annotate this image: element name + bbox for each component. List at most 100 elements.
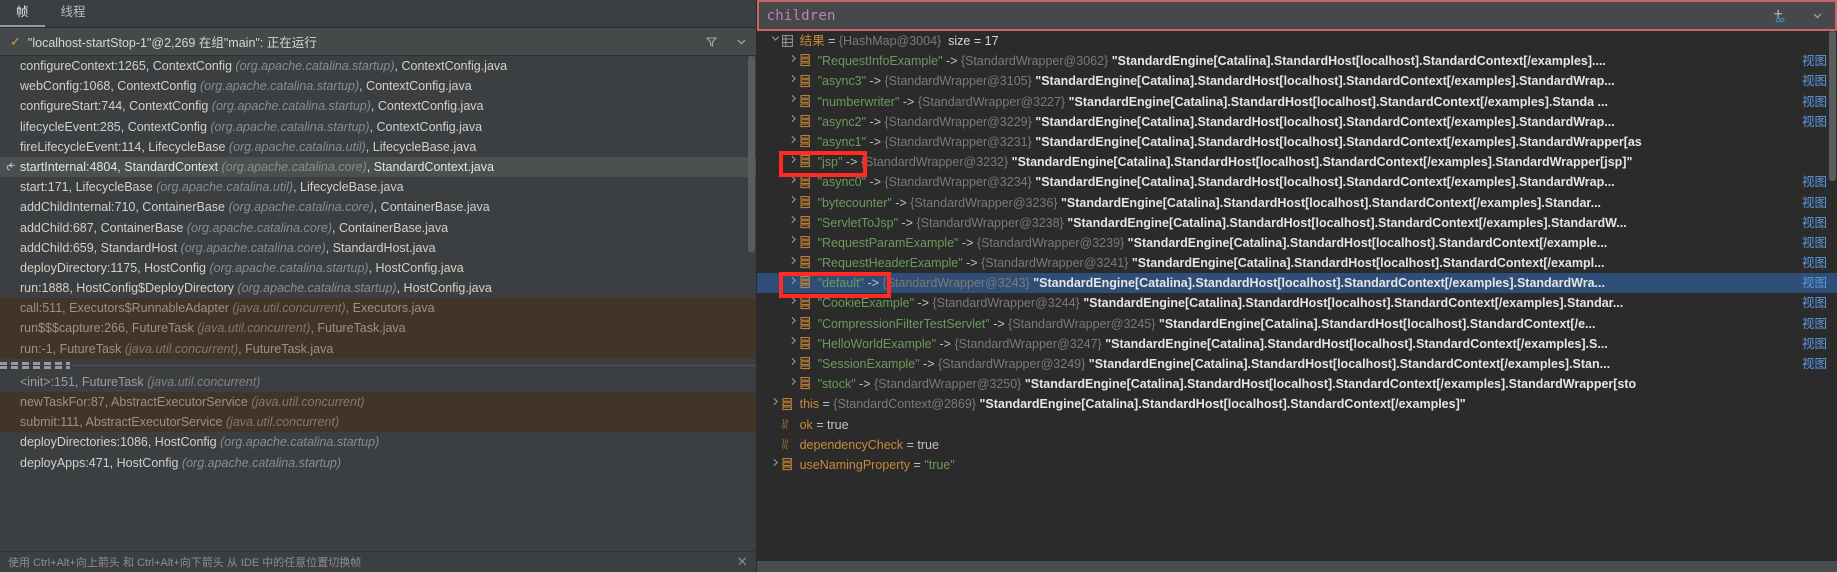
- tree-row-map-entry[interactable]: "jsp" -> {StandardWrapper@3232} "Standar…: [757, 152, 1837, 172]
- stack-frame-row[interactable]: start:171, LifecycleBase (org.apache.cat…: [0, 177, 756, 197]
- chevron-right-icon[interactable]: [787, 193, 800, 213]
- tree-row-map-entry[interactable]: "CompressionFilterTestServlet" -> {Stand…: [757, 314, 1837, 334]
- view-link[interactable]: 视图: [1802, 213, 1827, 233]
- tree-row-map-entry[interactable]: "CookieExample" -> {StandardWrapper@3244…: [757, 293, 1837, 313]
- stack-frame-row[interactable]: startInternal:4804, StandardContext (org…: [0, 156, 756, 178]
- stack-frame-row[interactable]: deployDirectories:1086, HostConfig (org.…: [0, 432, 756, 452]
- stack-frame-row[interactable]: call:511, Executors$RunnableAdapter (jav…: [0, 298, 756, 319]
- stack-frame-row[interactable]: addChild:659, StandardHost (org.apache.c…: [0, 238, 756, 258]
- chevron-right-icon[interactable]: [787, 375, 800, 395]
- thread-selector-row[interactable]: ✓ "localhost-startStop-1"@2,269 在组"main"…: [0, 28, 756, 56]
- stack-frame-row[interactable]: submit:111, AbstractExecutorService (jav…: [0, 412, 756, 433]
- variables-tree[interactable]: 结果 = {HashMap@3004} size = 17 "RequestInf…: [756, 31, 1837, 572]
- tree-row-map-entry[interactable]: "async3" -> {StandardWrapper@3105} "Stan…: [757, 71, 1837, 91]
- view-link[interactable]: 视图: [1802, 51, 1827, 71]
- frame-file: , LifecycleBase.java: [365, 139, 477, 154]
- chevron-down-icon[interactable]: [1809, 8, 1825, 24]
- tree-row-map-entry[interactable]: "default" -> {StandardWrapper@3243} "Sta…: [756, 273, 1837, 294]
- stack-frame-row[interactable]: configureStart:744, ContextConfig (org.a…: [0, 96, 756, 116]
- tree-row-map-entry[interactable]: "SessionExample" -> {StandardWrapper@324…: [757, 354, 1837, 374]
- stack-frame-row[interactable]: addChildInternal:710, ContainerBase (org…: [0, 197, 756, 217]
- stack-frame-row[interactable]: <init>:151, FutureTask (java.util.concur…: [0, 371, 756, 392]
- view-link[interactable]: 视图: [1802, 71, 1827, 91]
- frames-scrollbar[interactable]: [747, 56, 756, 551]
- variables-scrollbar[interactable]: [1828, 31, 1837, 572]
- frame-method: run$$$capture:266, FutureTask: [20, 321, 198, 336]
- add-watch-icon[interactable]: [1771, 8, 1787, 24]
- chevron-right-icon[interactable]: [787, 112, 800, 132]
- tree-row-map-entry[interactable]: "RequestParamExample" -> {StandardWrappe…: [757, 233, 1837, 253]
- stack-frame-row[interactable]: deployDirectory:1175, HostConfig (org.ap…: [0, 258, 756, 278]
- tree-row-field[interactable]: 10 01 dependencyCheck = true: [757, 435, 1837, 455]
- tree-row-map-entry[interactable]: "async2" -> {StandardWrapper@3229} "Stan…: [757, 112, 1837, 132]
- chevron-right-icon[interactable]: [787, 334, 800, 354]
- close-icon[interactable]: ✕: [737, 555, 748, 569]
- frame-file: , FutureTask.java: [238, 341, 334, 356]
- view-link[interactable]: 视图: [1802, 334, 1827, 354]
- expression-input-bar[interactable]: children: [756, 0, 1837, 31]
- tree-row-map-entry[interactable]: "ServletToJsp" -> {StandardWrapper@3238}…: [757, 213, 1837, 233]
- chevron-right-icon[interactable]: [787, 72, 800, 92]
- stack-frame-row[interactable]: fireLifecycleEvent:114, LifecycleBase (o…: [0, 137, 756, 157]
- view-link[interactable]: 视图: [1802, 354, 1827, 374]
- tree-row-map-entry[interactable]: "async1" -> {StandardWrapper@3231} "Stan…: [757, 132, 1837, 152]
- tree-row-map-entry[interactable]: "RequestInfoExample" -> {StandardWrapper…: [757, 51, 1837, 71]
- tree-row-field[interactable]: 10 01 ok = true: [757, 415, 1837, 435]
- frames-scrollbar-thumb[interactable]: [747, 56, 755, 252]
- view-link[interactable]: 视图: [1802, 253, 1827, 273]
- tree-row-field[interactable]: useNamingProperty = "true": [757, 455, 1837, 475]
- field-name: useNamingProperty: [799, 457, 911, 472]
- stack-frame-row[interactable]: run:1888, HostConfig$DeployDirectory (or…: [0, 278, 756, 298]
- chevron-right-icon[interactable]: [787, 254, 800, 274]
- stack-frame-row[interactable]: deployApps:471, HostConfig (org.apache.c…: [0, 453, 756, 473]
- view-link[interactable]: 视图: [1802, 293, 1827, 313]
- expression-input[interactable]: children: [759, 8, 836, 24]
- chevron-right-icon[interactable]: [769, 456, 782, 476]
- view-link[interactable]: 视图: [1802, 172, 1827, 192]
- view-link[interactable]: 视图: [1802, 193, 1827, 213]
- chevron-right-icon[interactable]: [787, 314, 800, 334]
- view-link[interactable]: 视图: [1802, 314, 1827, 334]
- tab-threads[interactable]: 线程: [45, 0, 102, 27]
- chevron-right-icon[interactable]: [769, 395, 782, 415]
- view-link[interactable]: 视图: [1802, 273, 1827, 293]
- chevron-right-icon[interactable]: [787, 153, 800, 173]
- tree-row-map-entry[interactable]: "HelloWorldExample" -> {StandardWrapper@…: [757, 334, 1837, 354]
- chevron-down-icon[interactable]: [734, 34, 750, 50]
- frames-list[interactable]: configureContext:1265, ContextConfig (or…: [0, 56, 756, 551]
- stack-frame-row[interactable]: webConfig:1068, ContextConfig (org.apach…: [0, 76, 756, 96]
- tree-row-map-entry[interactable]: "RequestHeaderExample" -> {StandardWrapp…: [757, 253, 1837, 273]
- tab-frames[interactable]: 帧: [0, 0, 45, 27]
- frame-package: (org.apache.catalina.core): [186, 220, 333, 235]
- stack-frame-row[interactable]: lifecycleEvent:285, ContextConfig (org.a…: [0, 117, 756, 137]
- view-link[interactable]: 视图: [1802, 233, 1827, 253]
- frame-file: , StandardHost.java: [325, 240, 436, 255]
- tree-row-map-entry[interactable]: "numberwriter" -> {StandardWrapper@3227}…: [757, 92, 1837, 112]
- chevron-right-icon[interactable]: [787, 233, 800, 253]
- stack-frame-row[interactable]: addChild:687, ContainerBase (org.apache.…: [0, 218, 756, 238]
- tree-row-field[interactable]: this = {StandardContext@2869} "StandardE…: [757, 394, 1837, 414]
- stack-frame-row[interactable]: newTaskFor:87, AbstractExecutorService (…: [0, 392, 756, 413]
- filter-icon[interactable]: [704, 34, 720, 50]
- chevron-right-icon[interactable]: [787, 173, 800, 193]
- stack-frame-row[interactable]: run:-1, FutureTask (java.util.concurrent…: [0, 338, 756, 359]
- chevron-right-icon[interactable]: [787, 52, 800, 72]
- chevron-right-icon[interactable]: [787, 133, 800, 153]
- chevron-right-icon[interactable]: [787, 92, 800, 112]
- tree-row-map-entry[interactable]: "bytecounter" -> {StandardWrapper@3236} …: [757, 193, 1837, 213]
- view-link[interactable]: 视图: [1802, 112, 1827, 132]
- variables-scrollbar-thumb[interactable]: [1829, 31, 1836, 181]
- stack-frame-row[interactable]: run$$$capture:266, FutureTask (java.util…: [0, 318, 756, 339]
- chevron-right-icon[interactable]: [787, 274, 800, 294]
- chevron-right-icon[interactable]: [787, 294, 800, 314]
- tree-row-map-entry[interactable]: "async0" -> {StandardWrapper@3234} "Stan…: [757, 172, 1837, 192]
- chevron-right-icon[interactable]: [787, 213, 800, 233]
- entry-value: "StandardEngine[Catalina].StandardHost[l…: [1031, 134, 1642, 149]
- view-link[interactable]: 视图: [1802, 92, 1827, 112]
- tree-row-root[interactable]: 结果 = {HashMap@3004} size = 17: [757, 31, 1837, 51]
- frames-collapsed-separator[interactable]: [0, 358, 756, 372]
- tree-row-map-entry[interactable]: "stock" -> {StandardWrapper@3250} "Stand…: [757, 374, 1837, 394]
- chevron-down-icon[interactable]: [769, 32, 782, 52]
- chevron-right-icon[interactable]: [787, 355, 800, 375]
- stack-frame-row[interactable]: configureContext:1265, ContextConfig (or…: [0, 56, 756, 76]
